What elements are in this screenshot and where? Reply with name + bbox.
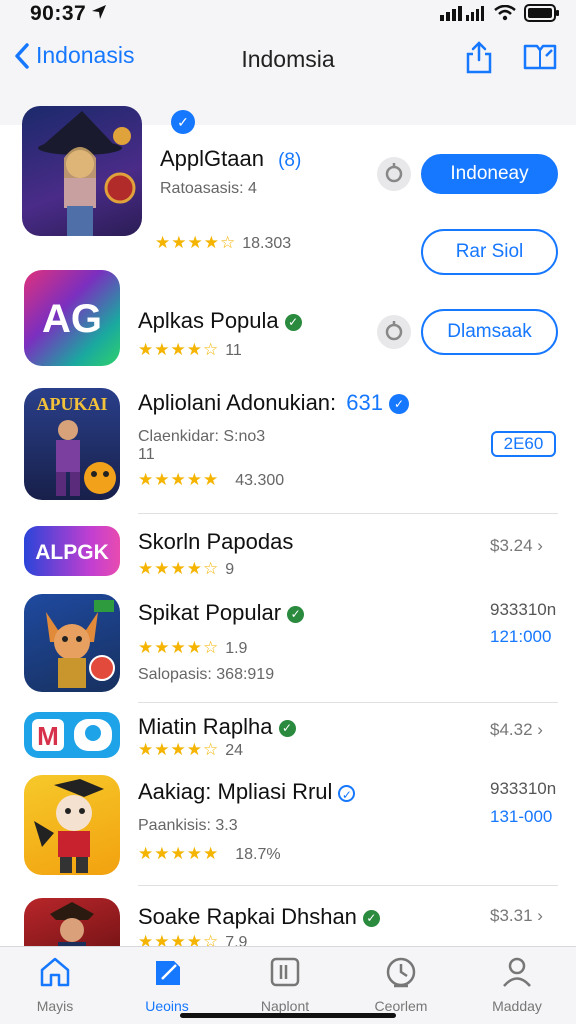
location-arrow-icon — [92, 5, 106, 19]
status-bar: 90:37 — [0, 0, 576, 30]
list-item[interactable]: AG Aplkas Popula ✓ ★★★★☆ 11 Dlamsaak — [0, 270, 576, 370]
tab-mayis[interactable]: Mayis — [0, 955, 110, 1014]
divider — [138, 702, 558, 703]
app-title: Spikat Popular ✓ — [138, 600, 305, 626]
tab-madday[interactable]: Madday — [462, 955, 572, 1014]
app-subtitle: Paankisis: 3.3 — [138, 817, 238, 834]
cartoon-character-icon — [24, 775, 120, 875]
list-item[interactable]: APUKAI Apliolani Adonukian: 631 ✓ Claenki… — [0, 388, 576, 508]
rating-stars: ★★★★☆ 1.9 — [138, 638, 248, 657]
share-icon[interactable] — [464, 40, 494, 74]
fox-warrior-icon — [24, 594, 120, 692]
svg-text:AG: AG — [42, 297, 102, 341]
m-logo-icon: M — [24, 712, 120, 758]
price-link[interactable]: $4.32 › — [490, 720, 543, 740]
clock-icon — [386, 957, 416, 988]
status-time: 90:37 — [30, 2, 87, 25]
cellular-signal-icon — [440, 6, 484, 21]
tab-ueoins[interactable]: Ueoins — [112, 955, 222, 1014]
list-item[interactable]: M Miatin Raplha ✓ ★★★★☆ 24 $4.32 › — [0, 710, 576, 768]
price-label: 933310n — [490, 779, 557, 798]
list-item[interactable]: ALPGK Skorln Papodas ★★★★☆ 9 $3.24 › — [0, 524, 576, 584]
rating-stars: ★★★★☆ 9 — [138, 559, 235, 578]
get-button[interactable]: Dlamsaak — [421, 309, 558, 355]
app-subtitle: Ratoasasis: 4 — [160, 180, 257, 197]
verified-badge-icon: ✓ — [284, 313, 302, 331]
apukai-hero-icon: APUKAI — [24, 388, 120, 500]
verified-badge-icon: ✓ — [389, 394, 409, 415]
chevron-right-icon: › — [537, 536, 543, 555]
witch-girl-icon — [22, 106, 142, 236]
svg-text:M: M — [37, 721, 59, 751]
divider — [138, 885, 558, 886]
news-icon — [270, 957, 300, 987]
verified-badge-icon: ✓ — [278, 719, 296, 737]
pirate-icon — [24, 898, 120, 946]
list-item[interactable]: Aakiag: Mpliasi Rrul ✓ Paankisis: 3.3 ★★★… — [0, 773, 576, 883]
download-cloud-icon[interactable] — [377, 315, 411, 349]
list-item[interactable]: ✓ ApplGtaan (8) Ratoasasis: 4 ★★★★☆ 18.30… — [0, 100, 576, 275]
rating-stars: ★★★★☆ 7.9 — [138, 932, 248, 946]
app-subtitle: Claenkidar: S:no3 — [138, 428, 266, 445]
app-title: ApplGtaan (8) — [160, 146, 302, 171]
app-title: Aplkas Popula ✓ — [138, 308, 302, 334]
price-button[interactable]: 2E60 — [491, 431, 556, 457]
primary-get-button[interactable]: Indoneay — [421, 154, 558, 194]
chevron-right-icon: › — [537, 720, 543, 739]
rating-stars: ★★★★☆ 24 — [138, 740, 243, 759]
app-title: Skorln Papodas — [138, 529, 294, 554]
battery-icon — [524, 4, 559, 22]
app-title: Apliolani Adonukian: 631 ✓ — [138, 390, 409, 416]
download-cloud-icon[interactable] — [377, 157, 411, 191]
verified-badge-icon: ✓ — [287, 605, 305, 623]
app-title: Miatin Raplha ✓ — [138, 714, 296, 740]
secondary-button[interactable]: Rar Siol — [421, 229, 558, 275]
alpgk-logo-icon: ALPGK — [24, 526, 120, 576]
svg-text:APUKAI: APUKAI — [37, 394, 108, 414]
price-link[interactable]: 121:000 — [490, 627, 551, 647]
app-badge: 631 — [346, 390, 383, 415]
verified-badge-icon: ✓ — [362, 909, 380, 927]
price-link[interactable]: 131-000 — [490, 807, 552, 827]
price-link[interactable]: $3.24 › — [490, 536, 543, 556]
app-badge: (8) — [278, 150, 302, 171]
ag-logo-icon: AG — [24, 270, 120, 366]
divider — [138, 513, 558, 514]
chevron-right-icon: › — [537, 906, 543, 925]
app-title: Aakiag: Mpliasi Rrul ✓ — [138, 779, 356, 805]
bookmarks-icon[interactable] — [522, 42, 558, 72]
svg-text:ALPGK: ALPGK — [35, 541, 109, 564]
rating-stars: ★★★★★ 18.7% — [138, 844, 281, 863]
price-label: 933310n — [490, 600, 557, 619]
verified-badge-icon: ✓ — [171, 110, 195, 134]
tab-ceorlem[interactable]: Ceorlem — [346, 955, 456, 1014]
tab-naplont[interactable]: Naplont — [230, 955, 340, 1014]
app-subtitle-extra: 11 — [138, 446, 155, 463]
list-item[interactable]: Spikat Popular ✓ ★★★★☆ 1.9 Salopasis: 368:… — [0, 592, 576, 697]
wifi-icon — [494, 5, 516, 21]
apps-icon — [156, 961, 180, 985]
app-subtitle: Salopasis: 368:919 — [138, 666, 275, 683]
rating-stars: ★★★★★ 43.300 — [138, 470, 285, 489]
price-link[interactable]: $3.31 › — [490, 906, 543, 926]
app-title: Soake Rapkai Dhshan ✓ — [138, 904, 380, 930]
home-icon — [40, 957, 70, 987]
profile-icon — [503, 957, 531, 987]
status-icons — [440, 4, 560, 22]
home-indicator — [180, 1013, 396, 1018]
rating-stars: ★★★★☆ 18.303 — [155, 233, 292, 252]
list-item[interactable]: Soake Rapkai Dhshan ✓ ★★★★☆ 7.9 $3.31 › — [0, 896, 576, 946]
rating-stars: ★★★★☆ 11 — [138, 340, 242, 359]
verified-badge-icon: ✓ — [338, 784, 356, 802]
